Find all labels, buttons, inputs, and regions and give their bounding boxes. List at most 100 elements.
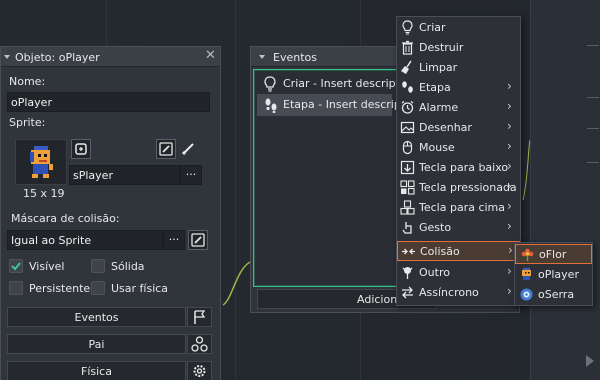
- object-name-field[interactable]: oPlayer: [7, 92, 210, 112]
- menu-item-collision[interactable]: Colisão ›: [397, 241, 520, 261]
- menu-item-mouse[interactable]: Mouse ›: [397, 138, 520, 158]
- mouse-icon: [402, 140, 413, 155]
- hand-icon: [402, 222, 412, 234]
- solid-checkbox[interactable]: [91, 259, 105, 273]
- physics-gear-button[interactable]: [187, 361, 212, 380]
- chevron-right-icon: ›: [507, 264, 512, 278]
- dock-divider: [587, 128, 599, 129]
- object-editor-window: Objeto: oPlayer ✕ Nome: oPlayer Sprite: …: [0, 46, 221, 380]
- flag-icon: [194, 310, 206, 324]
- name-label: Nome:: [9, 75, 46, 88]
- menu-item-draw[interactable]: Desenhar ›: [397, 118, 520, 138]
- event-row-create[interactable]: Criar - Insert descriptio: [257, 73, 410, 95]
- lightbulb-icon: [402, 20, 413, 35]
- key-press-icon: [400, 180, 415, 195]
- persistent-label: Persistente: [29, 282, 91, 295]
- menu-item-alarm[interactable]: Alarme ›: [397, 98, 520, 118]
- menu-item-label: Desenhar: [419, 121, 472, 134]
- menu-item-key-press[interactable]: Tecla pressionada ›: [397, 178, 520, 198]
- menu-item-step[interactable]: Etapa ›: [397, 78, 520, 98]
- sprite-size: 15 x 19: [23, 187, 65, 200]
- object-editor-title: Objeto: oPlayer: [15, 51, 100, 64]
- collapse-triangle-icon[interactable]: [259, 55, 265, 59]
- chevron-right-icon: ›: [507, 119, 512, 133]
- dock-divider: [587, 45, 599, 46]
- menu-item-label: Tecla para cima: [419, 201, 506, 214]
- event-label: Etapa - Insert descripti: [283, 98, 409, 111]
- parent-hierarchy-button[interactable]: [187, 334, 212, 354]
- footsteps-icon: [402, 81, 413, 93]
- event-row-step[interactable]: Etapa - Insert descripti: [257, 94, 408, 116]
- brush-button[interactable]: [180, 139, 200, 159]
- trash-icon: [402, 40, 413, 55]
- menu-item-create[interactable]: Criar: [397, 18, 520, 38]
- key-down-icon: [400, 160, 415, 175]
- object-editor-titlebar[interactable]: Objeto: oPlayer ✕: [1, 47, 220, 67]
- chevron-right-icon: ›: [507, 139, 512, 153]
- checkmark-icon: [11, 262, 21, 271]
- chevron-right-icon: ›: [507, 219, 512, 233]
- menu-item-label: Limpar: [419, 61, 458, 74]
- submenu-item-oplayer[interactable]: oPlayer: [515, 265, 592, 285]
- saw-sprite-icon: [520, 288, 533, 301]
- submenu-item-oflor[interactable]: oFlor: [515, 244, 592, 264]
- sprite-browse-button[interactable]: ···: [180, 165, 202, 185]
- menu-item-clean[interactable]: Limpar: [397, 58, 520, 78]
- collision-mask-field[interactable]: Igual ao Sprite: [7, 230, 163, 250]
- events-flag-button[interactable]: [187, 307, 212, 327]
- submenu-item-label: oPlayer: [538, 268, 579, 281]
- menu-item-label: Gesto: [419, 221, 452, 234]
- async-icon: [402, 286, 413, 299]
- menu-item-other[interactable]: Outro ›: [397, 263, 520, 283]
- submenu-item-label: oFlor: [539, 248, 567, 261]
- player-sprite-icon: [522, 268, 531, 280]
- visible-checkbox[interactable]: [9, 259, 23, 273]
- events-button[interactable]: Eventos: [7, 307, 186, 327]
- visible-label: Visível: [29, 260, 65, 273]
- physics-checkbox[interactable]: [91, 281, 105, 295]
- gear-icon: [193, 365, 206, 377]
- menu-item-destroy[interactable]: Destruir: [397, 38, 520, 58]
- menu-item-label: Tecla pressionada: [419, 181, 517, 194]
- alarm-icon: [401, 100, 414, 114]
- add-event-context-menu: Criar Destruir Limpar Etapa › Alarme › D…: [396, 16, 521, 306]
- sprite-preview[interactable]: [15, 139, 67, 185]
- menu-item-gesture[interactable]: Gesto ›: [397, 218, 520, 238]
- chevron-right-icon: ›: [507, 199, 512, 213]
- dock-divider: [587, 162, 599, 163]
- menu-item-label: Alarme: [419, 101, 459, 114]
- collapse-triangle-icon[interactable]: [4, 55, 10, 59]
- key-up-icon: [400, 200, 415, 215]
- hierarchy-icon: [191, 336, 208, 352]
- menu-item-label: Destruir: [419, 41, 464, 54]
- physics-label: Usar física: [111, 282, 169, 295]
- chevron-right-icon: ›: [507, 284, 512, 298]
- menu-item-label: Criar: [419, 21, 446, 34]
- collision-submenu: oFlor oPlayer oSerra: [514, 242, 593, 306]
- close-icon[interactable]: ✕: [205, 48, 216, 63]
- persistent-checkbox[interactable]: [9, 281, 23, 295]
- menu-item-key-down[interactable]: Tecla para baixo ›: [397, 158, 520, 178]
- parent-button[interactable]: Pai: [7, 334, 186, 354]
- mask-browse-button[interactable]: ···: [163, 230, 185, 250]
- menu-item-async[interactable]: Assíncrono ›: [397, 283, 520, 303]
- edit-sprite-button[interactable]: [156, 139, 176, 159]
- solid-label: Sólida: [111, 260, 145, 273]
- menu-item-label: Mouse: [419, 141, 455, 154]
- sprite-name-field[interactable]: sPlayer: [69, 165, 180, 185]
- new-sprite-button[interactable]: [71, 139, 91, 159]
- menu-item-label: Etapa: [419, 81, 451, 94]
- submenu-item-oserra[interactable]: oSerra: [515, 285, 592, 305]
- physics-button[interactable]: Física: [7, 361, 186, 380]
- sprite-label: Sprite:: [9, 116, 46, 129]
- menu-item-label: Tecla para baixo: [419, 161, 509, 174]
- footsteps-icon: [265, 98, 277, 113]
- menu-item-key-up[interactable]: Tecla para cima ›: [397, 198, 520, 218]
- flower-sprite-icon: [521, 248, 534, 261]
- broom-icon: [401, 60, 412, 74]
- menu-item-label: Outro: [419, 266, 450, 279]
- event-label: Criar - Insert descriptio: [283, 77, 410, 90]
- scroll-right-icon[interactable]: [586, 355, 594, 367]
- edit-mask-button[interactable]: [188, 230, 208, 250]
- collision-icon: [402, 248, 415, 255]
